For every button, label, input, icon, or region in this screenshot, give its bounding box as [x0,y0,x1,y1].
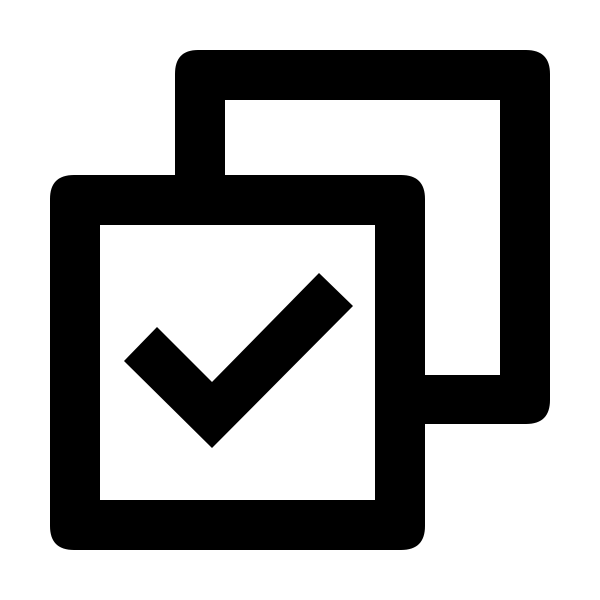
select-all-checkbox-icon [0,0,600,600]
icon-canvas [0,0,600,600]
